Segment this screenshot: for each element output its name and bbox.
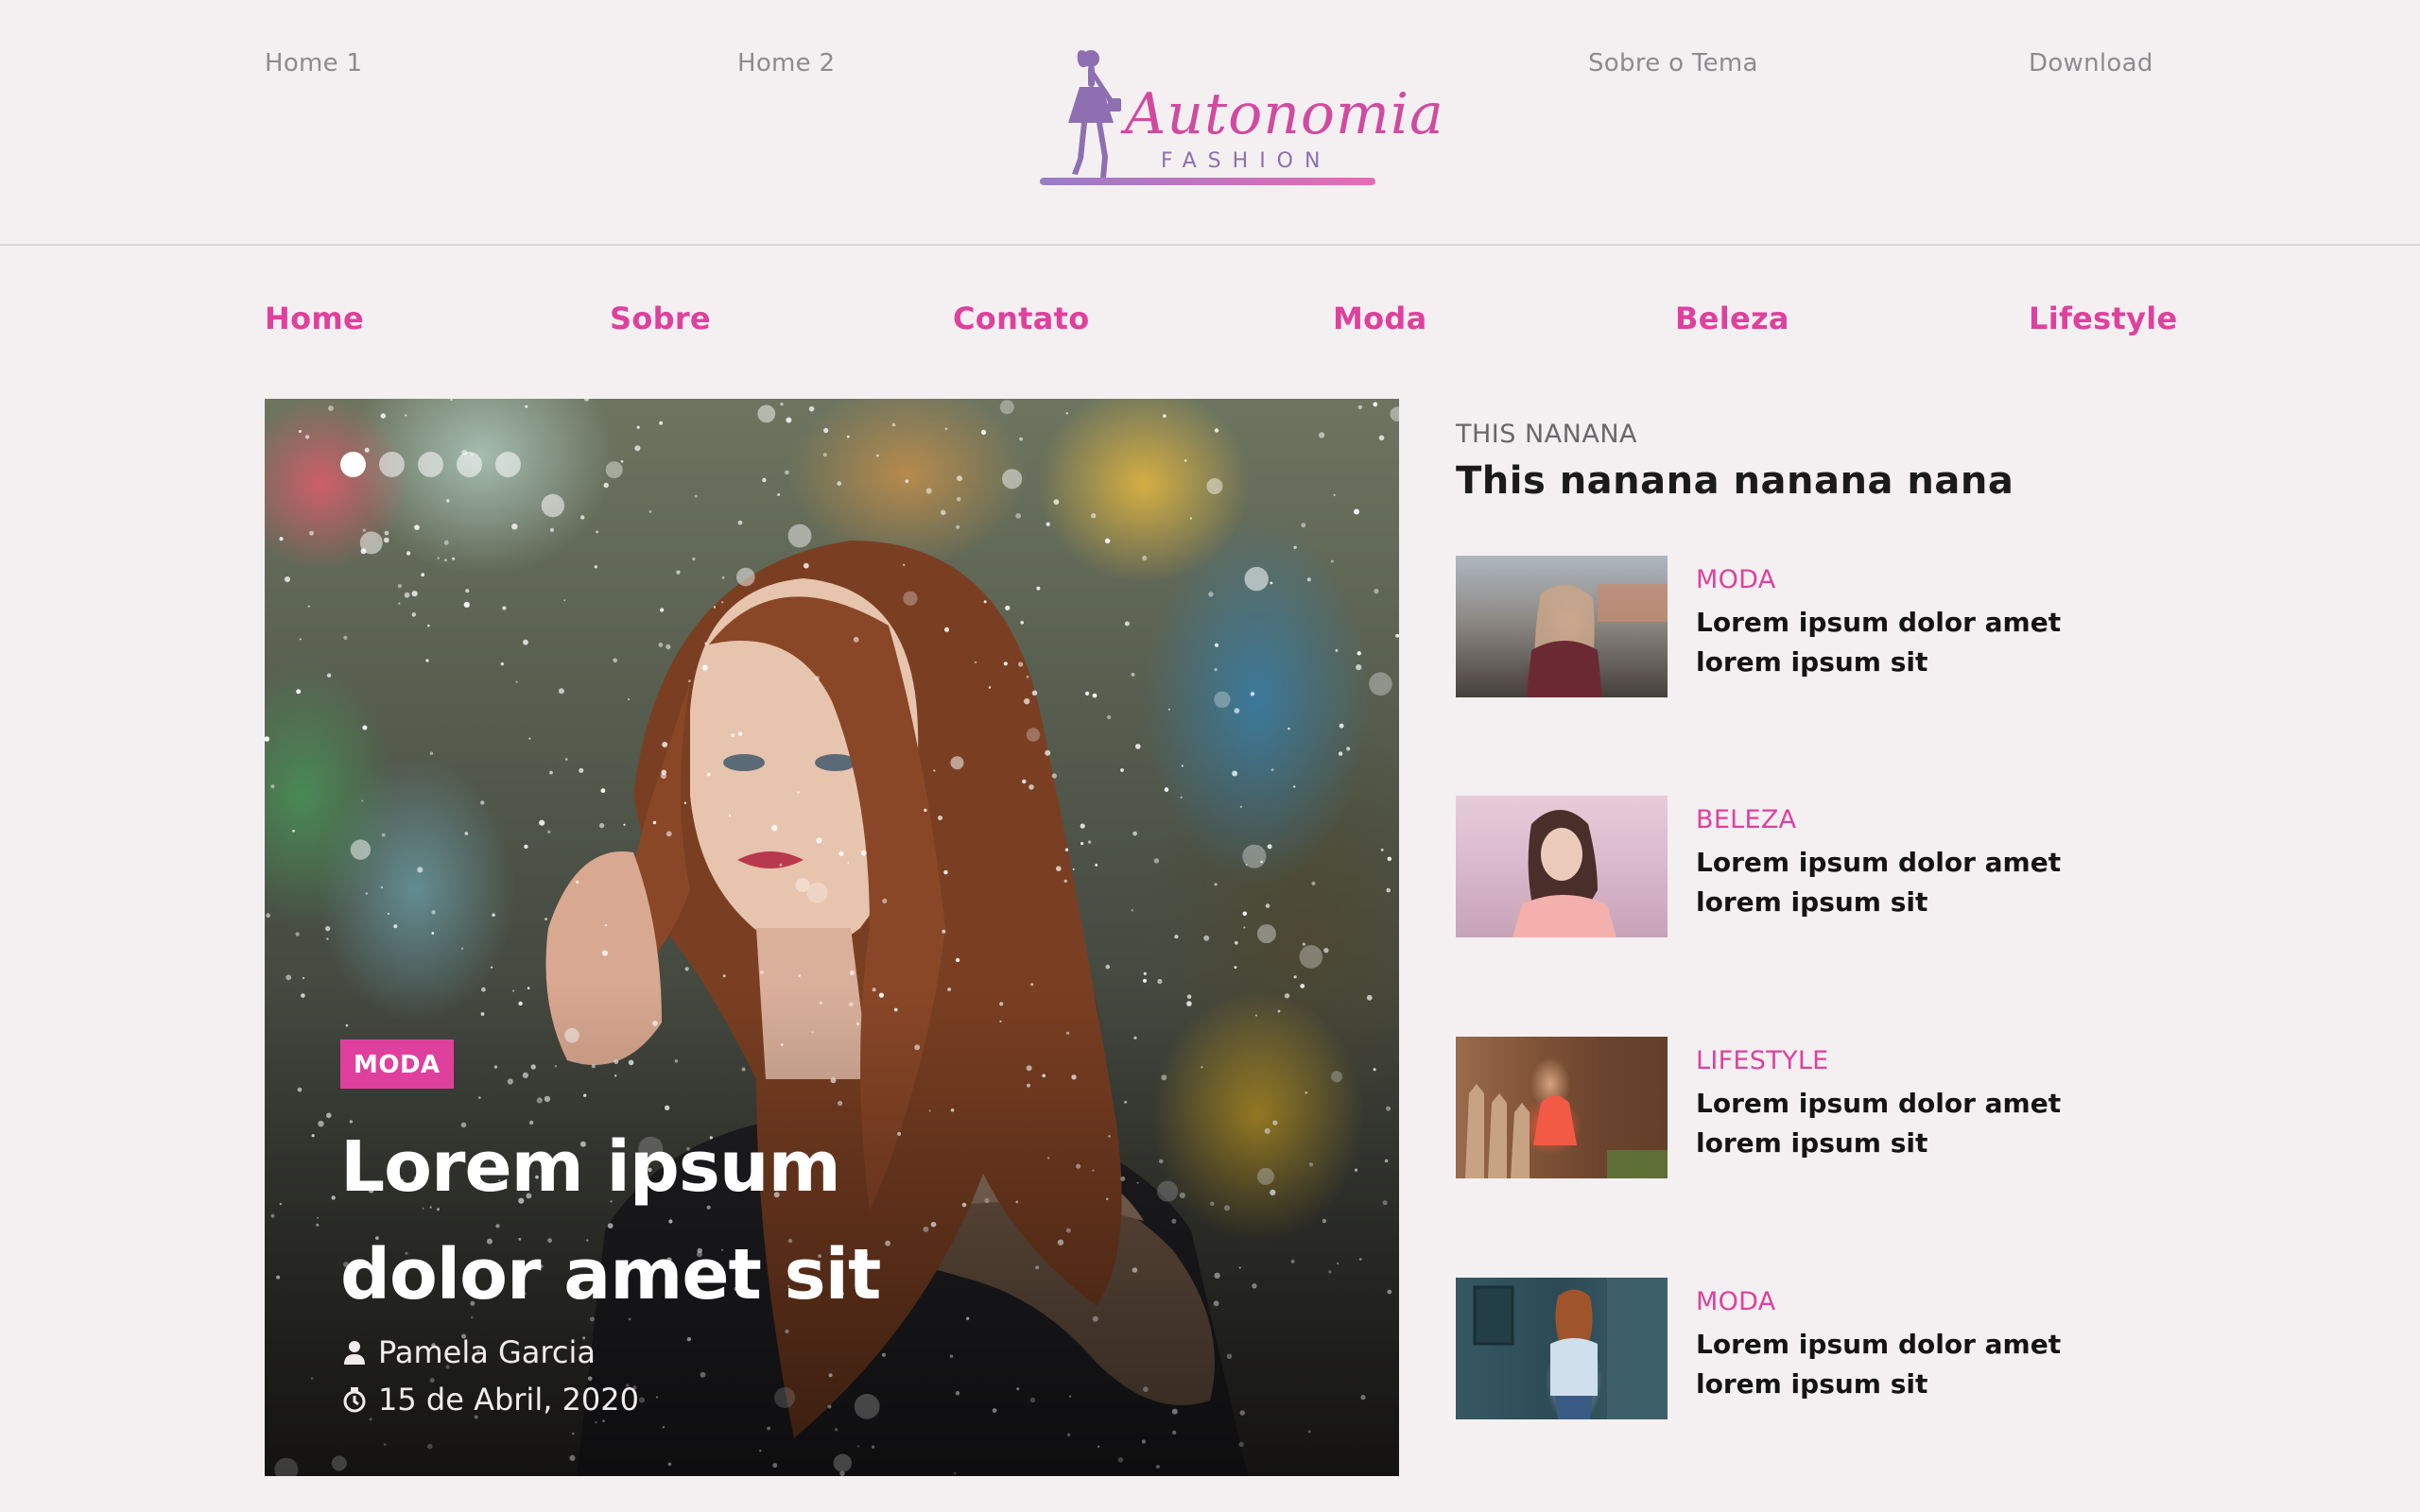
slider-dot[interactable]: [418, 452, 443, 477]
nav-item-beleza[interactable]: Beleza: [1675, 301, 1789, 336]
post-thumbnail[interactable]: [1456, 556, 1668, 697]
slider-dots: [340, 452, 521, 477]
sidebar-heading: This nanana nanana nana: [1456, 459, 2014, 503]
list-item[interactable]: MODA Lorem ipsum dolor amet lorem ipsum …: [1456, 556, 2212, 697]
nav-item-contato[interactable]: Contato: [953, 301, 1090, 336]
logo-underline: [1040, 178, 1375, 185]
sidebar-kicker: THIS NANANA: [1456, 420, 1637, 449]
top-bar: Home 1 Home 2 Autonomia FASHION Sobre o …: [0, 0, 2420, 246]
post-category[interactable]: BELEZA: [1696, 805, 1796, 834]
top-link-sobre-o-tema[interactable]: Sobre o Tema: [1588, 49, 1758, 77]
hero-slider[interactable]: MODA Lorem ipsum dolor amet sit Pamela G…: [265, 399, 1399, 1476]
site-logo[interactable]: Autonomia FASHION: [1040, 43, 1443, 195]
top-link-download[interactable]: Download: [2029, 49, 2153, 77]
hero-date: 15 de Abril, 2020: [340, 1382, 639, 1418]
nav-item-lifestyle[interactable]: Lifestyle: [2029, 301, 2178, 336]
hero-category-badge[interactable]: MODA: [340, 1040, 454, 1089]
post-thumbnail[interactable]: [1456, 1037, 1668, 1178]
list-item[interactable]: LIFESTYLE Lorem ipsum dolor amet lorem i…: [1456, 1037, 2212, 1178]
post-title[interactable]: Lorem ipsum dolor amet lorem ipsum sit: [1696, 843, 2150, 922]
post-category[interactable]: MODA: [1696, 1287, 1776, 1316]
top-link-home-2[interactable]: Home 2: [737, 49, 835, 77]
list-item[interactable]: BELEZA Lorem ipsum dolor amet lorem ipsu…: [1456, 796, 2212, 937]
post-title[interactable]: Lorem ipsum dolor amet lorem ipsum sit: [1696, 1084, 2150, 1163]
hero-date-text: 15 de Abril, 2020: [378, 1382, 639, 1418]
post-category[interactable]: LIFESTYLE: [1696, 1046, 1829, 1075]
post-thumbnail[interactable]: [1456, 1278, 1668, 1419]
slider-dot[interactable]: [379, 452, 405, 477]
logo-name: Autonomia: [1125, 81, 1444, 147]
list-item[interactable]: MODA Lorem ipsum dolor amet lorem ipsum …: [1456, 1278, 2212, 1419]
top-link-home-1[interactable]: Home 1: [265, 49, 362, 77]
post-thumbnail[interactable]: [1456, 796, 1668, 937]
logo-figure-icon: [1068, 50, 1121, 178]
hero-author: Pamela Garcia: [340, 1334, 596, 1370]
nav-item-moda[interactable]: Moda: [1333, 301, 1427, 336]
post-title[interactable]: Lorem ipsum dolor amet lorem ipsum sit: [1696, 603, 2150, 682]
post-title[interactable]: Lorem ipsum dolor amet lorem ipsum sit: [1696, 1325, 2150, 1404]
logo-tagline: FASHION: [1161, 149, 1332, 173]
main-nav: Home Sobre Contato Moda Beleza Lifestyle: [0, 301, 2420, 348]
hero-title[interactable]: Lorem ipsum dolor amet sit: [340, 1113, 1002, 1329]
slider-dot[interactable]: [340, 452, 366, 477]
user-icon: [344, 1341, 365, 1365]
slider-dot[interactable]: [495, 452, 521, 477]
nav-item-home[interactable]: Home: [265, 301, 364, 336]
slider-dot[interactable]: [457, 452, 482, 477]
clock-icon: [343, 1387, 366, 1413]
hero-author-name[interactable]: Pamela Garcia: [378, 1334, 596, 1370]
post-category[interactable]: MODA: [1696, 565, 1776, 594]
nav-item-sobre[interactable]: Sobre: [610, 301, 711, 336]
